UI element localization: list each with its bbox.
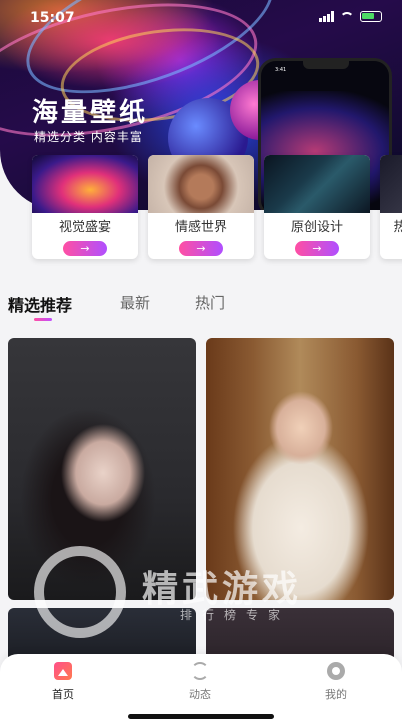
feed-tabs: 精选推荐 最新 热门: [0, 292, 402, 322]
category-label: 热: [393, 220, 402, 235]
category-label: 视觉盛宴: [58, 220, 111, 235]
status-icons: [319, 11, 382, 22]
tab-hot[interactable]: 热门: [195, 292, 225, 313]
nav-label: 我的: [325, 688, 347, 701]
watermark-logo-icon: [34, 546, 126, 638]
category-card[interactable]: 原创设计 →: [264, 155, 370, 259]
arrow-right-button[interactable]: →: [295, 241, 339, 256]
category-card[interactable]: 热: [380, 155, 402, 259]
tab-featured[interactable]: 精选推荐: [8, 292, 72, 316]
arrow-right-button[interactable]: →: [63, 241, 107, 256]
tab-latest[interactable]: 最新: [120, 292, 150, 313]
hero-subtitle: 精选分类 内容丰富: [34, 130, 143, 144]
nav-profile[interactable]: 我的: [306, 662, 366, 702]
category-thumbnail: [264, 155, 370, 213]
category-thumbnail: [32, 155, 138, 213]
nav-dynamic[interactable]: 动态: [170, 662, 230, 702]
watermark-tagline: 排行榜专家: [180, 608, 291, 622]
category-thumbnail: [380, 155, 402, 213]
phone-time: 3:41: [275, 67, 287, 73]
watermark-brand: 精武游戏: [142, 569, 303, 610]
arrow-right-button[interactable]: →: [179, 241, 223, 256]
hero-title: 海量壁纸: [32, 98, 149, 128]
profile-icon: [327, 662, 345, 680]
category-card[interactable]: 情感世界 →: [148, 155, 254, 259]
phone-notch: [303, 61, 349, 69]
battery-icon: [360, 11, 382, 22]
nav-label: 首页: [52, 688, 74, 701]
category-label: 原创设计: [290, 220, 343, 235]
nav-label: 动态: [189, 688, 211, 701]
signal-icon: [319, 11, 334, 22]
home-indicator: [128, 714, 274, 719]
dynamic-icon: [191, 662, 209, 680]
watermark: 精武游戏 排行榜专家: [30, 542, 390, 642]
category-label: 情感世界: [174, 220, 227, 235]
nav-home[interactable]: 首页: [33, 662, 93, 702]
category-thumbnail: [148, 155, 254, 213]
category-card[interactable]: 视觉盛宴 →: [32, 155, 138, 259]
wifi-icon: [340, 11, 354, 22]
home-icon: [54, 662, 72, 680]
category-cards: 视觉盛宴 → 情感世界 → 原创设计 → 热: [30, 155, 402, 259]
status-time: 15:07: [30, 10, 75, 26]
tab-indicator: [34, 318, 52, 321]
